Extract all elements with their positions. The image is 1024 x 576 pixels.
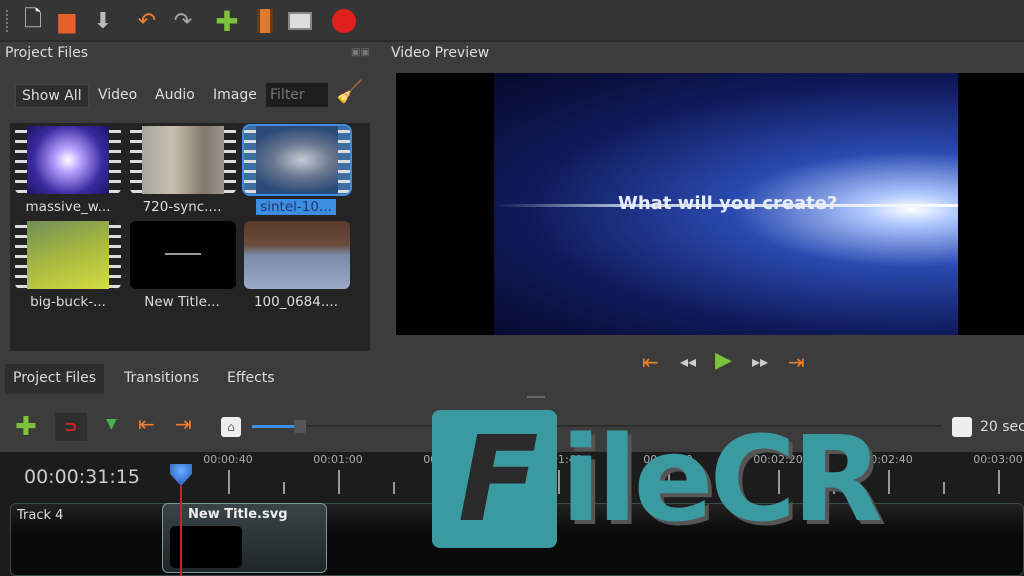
tick-major — [338, 470, 340, 494]
toolbar-grip[interactable] — [6, 10, 10, 32]
filter-audio[interactable]: Audio — [149, 84, 201, 108]
preview-overlay-text: What will you create? — [618, 193, 838, 214]
zoom-icon — [952, 417, 972, 437]
open-project-icon[interactable]: ▆ — [54, 8, 80, 34]
video-preview-canvas: What will you create? — [396, 73, 1024, 335]
filter-image[interactable]: Image — [207, 84, 263, 108]
preview-frame: What will you create? — [494, 73, 958, 335]
file-thumbnail-selected[interactable] — [242, 124, 352, 196]
clear-filter-broom-icon[interactable]: 🧹 — [336, 80, 363, 105]
clip-name: New Title.svg — [188, 507, 288, 522]
timeline-clip[interactable]: New Title.svg — [162, 503, 327, 573]
play-icon[interactable]: ▶ — [715, 348, 732, 373]
tab-project-files[interactable]: Project Files — [5, 364, 105, 394]
tick-minor — [943, 482, 945, 494]
fullscreen-icon[interactable] — [287, 8, 313, 34]
tab-transitions[interactable]: Transitions — [116, 364, 207, 394]
tick-major — [228, 470, 230, 494]
file-name[interactable]: big-buck-... — [13, 294, 123, 310]
tick-major — [888, 470, 890, 494]
redo-icon[interactable]: ↷ — [170, 8, 196, 34]
tick-label: 00:01:00 — [313, 453, 363, 466]
new-project-icon[interactable]: 🗋 — [20, 7, 46, 34]
file-thumbnail[interactable] — [130, 221, 236, 289]
filter-show-all[interactable]: Show All — [15, 84, 89, 108]
file-name-selected[interactable]: sintel-10... — [256, 199, 336, 215]
tick-major — [998, 470, 1000, 494]
add-track-icon[interactable]: ✚ — [15, 412, 37, 442]
zoom-slider-fill — [252, 425, 296, 428]
add-marker-icon[interactable]: ▼ — [106, 416, 117, 432]
tick-minor — [393, 482, 395, 494]
video-preview-title: Video Preview — [391, 45, 490, 61]
file-thumbnail[interactable] — [15, 126, 121, 194]
export-video-icon[interactable] — [331, 8, 357, 34]
fast-forward-icon[interactable]: ▸▸ — [752, 352, 768, 371]
main-toolbar: 🗋 ▆ ⬇ ↶ ↷ ✚ — [0, 0, 1024, 42]
file-name[interactable]: New Title... — [127, 294, 237, 310]
next-marker-icon[interactable]: ⇥ — [175, 412, 192, 436]
tick-label: 00:00:40 — [203, 453, 253, 466]
filter-input[interactable] — [266, 83, 328, 107]
file-thumbnail[interactable] — [130, 126, 236, 194]
zoom-slider-handle[interactable] — [294, 420, 306, 433]
save-project-icon[interactable]: ⬇ — [90, 8, 116, 34]
rewind-icon[interactable]: ◂◂ — [680, 352, 696, 371]
tick-minor — [283, 482, 285, 494]
choose-profile-icon[interactable] — [252, 8, 278, 34]
playhead-line[interactable] — [180, 486, 182, 576]
track-name: Track 4 — [17, 508, 64, 523]
jump-start-icon[interactable]: ⇤ — [642, 350, 659, 374]
jump-end-icon[interactable]: ⇥ — [788, 350, 805, 374]
file-thumbnail[interactable] — [15, 221, 121, 289]
file-thumbnail[interactable] — [244, 221, 350, 289]
tick-label: 00:03:00 — [973, 453, 1023, 466]
snapping-magnet-button[interactable]: ⊃ — [55, 413, 87, 441]
zoom-label: 20 sec — [980, 419, 1024, 435]
file-name[interactable]: 100_0684.... — [241, 294, 351, 310]
timecode: 00:00:31:15 — [24, 466, 140, 488]
project-files-title: Project Files — [5, 45, 89, 61]
import-files-icon[interactable]: ✚ — [214, 5, 240, 38]
filter-video[interactable]: Video — [92, 84, 143, 108]
file-name[interactable]: 720-sync.... — [127, 199, 237, 215]
center-timeline-icon[interactable]: ⌂ — [221, 417, 241, 437]
splitter-handle[interactable] — [527, 396, 545, 398]
file-name[interactable]: massive_w... — [13, 199, 123, 215]
watermark-text: FileCR — [458, 410, 883, 548]
project-files-list: massive_w... 720-sync.... sintel-10... b… — [10, 123, 370, 351]
panel-float-close-icons[interactable]: ▣▣ — [351, 47, 370, 58]
previous-marker-icon[interactable]: ⇤ — [138, 412, 155, 436]
undo-icon[interactable]: ↶ — [134, 8, 160, 34]
tab-effects[interactable]: Effects — [219, 364, 283, 394]
